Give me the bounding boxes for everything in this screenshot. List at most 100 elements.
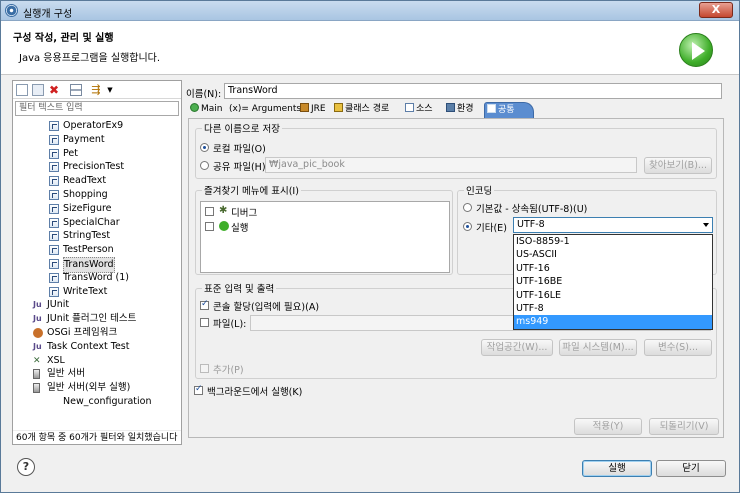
config-editor: 이름(N): TransWord Main (x)= Arguments JRE… <box>186 80 726 445</box>
tree-item[interactable]: TransWord <box>13 256 181 273</box>
filesystem-button[interactable]: 파일 시스템(M)... <box>559 339 637 356</box>
tree-item-label: JUnit 플러그인 테스트 <box>47 313 137 325</box>
tab-jre[interactable]: JRE <box>298 102 328 118</box>
file-checkbox[interactable] <box>200 318 209 327</box>
tree-item[interactable]: WriteText <box>13 285 181 299</box>
shared-file-radio[interactable] <box>200 161 209 170</box>
java-app-icon <box>49 231 59 242</box>
tree-item-label: SizeFigure <box>63 202 112 214</box>
default-encoding-radio[interactable] <box>463 203 472 212</box>
tree-item[interactable]: TransWord (1) <box>13 271 181 285</box>
tree-item[interactable]: Ju Task Context Test <box>13 340 181 354</box>
revert-button[interactable]: 되돌리기(V) <box>649 418 719 435</box>
tree-item[interactable]: SpecialChar <box>13 216 181 230</box>
close-window-button[interactable]: X <box>699 2 733 18</box>
encoding-option[interactable]: US-ASCII <box>514 248 712 261</box>
encoding-option[interactable]: ms949 <box>514 315 712 329</box>
encoding-option[interactable]: UTF-16LE <box>514 289 712 302</box>
tree-item[interactable]: ✕ XSL <box>13 354 181 368</box>
tree-item[interactable]: StringTest <box>13 229 181 243</box>
app-icon <box>5 4 18 17</box>
local-file-radio[interactable] <box>200 143 209 152</box>
tree-item[interactable]: 일반 서버(외부 실행) <box>13 381 181 395</box>
browse-button[interactable]: 찾아보기(B)... <box>644 157 712 174</box>
delete-config-icon[interactable]: ✖ <box>48 84 60 96</box>
title-bar: 실행개 구성 X <box>1 1 739 21</box>
header-title: 구성 작성, 관리 및 실행 <box>13 33 114 44</box>
java-app-icon <box>49 245 59 256</box>
header-subtitle: Java 응용프로그램을 실행합니다. <box>19 53 161 64</box>
tree-item[interactable]: OSGi 프레임워크 <box>13 326 181 340</box>
java-app-icon <box>49 148 59 159</box>
tree-item[interactable]: SizeFigure <box>13 202 181 216</box>
filter-status: 60개 항목 중 60개가 필터와 일치했습니다 <box>13 430 181 444</box>
tree-item[interactable]: PrecisionTest <box>13 160 181 174</box>
tree-item-label: OperatorEx9 <box>63 120 124 131</box>
console-checkbox[interactable] <box>200 299 209 310</box>
debug-label: 디버그 <box>231 208 258 219</box>
tree-item-label: XSL <box>47 354 65 366</box>
encoding-select[interactable]: UTF-8 <box>513 217 713 233</box>
encoding-option[interactable]: UTF-16BE <box>514 275 712 288</box>
close-button[interactable]: 닫기 <box>656 460 726 477</box>
tree-item[interactable]: Pet <box>13 147 181 161</box>
tab-environment[interactable]: 환경 <box>444 102 476 118</box>
run-checkbox[interactable] <box>205 222 214 231</box>
java-app-icon <box>49 217 59 228</box>
background-checkbox[interactable] <box>194 384 203 395</box>
filter-icon[interactable]: ⇶ <box>90 84 102 96</box>
tab-arguments[interactable]: (x)= Arguments <box>227 102 303 118</box>
config-list-panel: ✖ ⇶ ▼ 필터 텍스트 입력 OperatorEx9 Payment Pet Pre… <box>12 80 182 445</box>
chevron-down-icon[interactable]: ▼ <box>104 84 116 96</box>
encoding-option[interactable]: UTF-16 <box>514 262 712 275</box>
encoding-option[interactable]: UTF-8 <box>514 302 712 315</box>
junit-icon: Ju <box>33 314 42 324</box>
workspace-button[interactable]: 작업공간(W)... <box>481 339 553 356</box>
server-icon <box>33 369 40 380</box>
java-app-icon <box>49 162 59 173</box>
local-file-label: 로컬 파일(O) <box>213 144 266 155</box>
junit-icon: Ju <box>33 300 42 310</box>
tree-item[interactable]: Ju JUnit <box>13 298 181 312</box>
debug-checkbox[interactable] <box>205 207 214 216</box>
tree-item[interactable]: ReadText <box>13 174 181 188</box>
collapse-all-icon[interactable] <box>70 84 82 96</box>
tree-item[interactable]: Shopping <box>13 188 181 202</box>
tree-item[interactable]: 일반 서버 <box>13 367 181 381</box>
filter-input[interactable]: 필터 텍스트 입력 <box>15 101 179 116</box>
tab-classpath[interactable]: 클래스 경로 <box>332 102 391 118</box>
help-icon[interactable]: ? <box>17 458 35 476</box>
stdio-legend: 표준 입력 및 출력 <box>204 284 275 295</box>
background-label: 백그라운드에서 실행(K) <box>207 387 303 398</box>
run-button[interactable]: 실행 <box>582 460 652 477</box>
other-encoding-radio[interactable] <box>463 222 472 231</box>
name-input[interactable]: TransWord <box>224 83 722 99</box>
tab-source[interactable]: 소스 <box>403 102 435 118</box>
config-tabs: Main (x)= Arguments JRE 클래스 경로 소스 환경 공통 <box>188 102 724 118</box>
append-checkbox[interactable] <box>200 364 209 373</box>
java-app-icon <box>49 272 59 283</box>
apply-button[interactable]: 적용(Y) <box>574 418 642 435</box>
tab-common[interactable]: 공통 <box>484 102 534 118</box>
other-encoding-label: 기타(E) <box>476 223 507 234</box>
chevron-down-icon <box>703 223 709 227</box>
tree-item[interactable]: Ju JUnit 플러그인 테스트 <box>13 312 181 326</box>
tree-item-label: Pet <box>63 147 78 159</box>
common-tab-panel: 다른 이름으로 저장 로컬 파일(O) 공유 파일(H): ₩java_pic_… <box>188 118 724 438</box>
tree-item[interactable]: TestPerson <box>13 243 181 257</box>
encoding-dropdown-list: ISO-8859-1 US-ASCII UTF-16 UTF-16BE UTF-16LE… <box>513 234 713 330</box>
encoding-option[interactable]: ISO-8859-1 <box>514 235 712 248</box>
variables-button[interactable]: 변수(S)... <box>644 339 712 356</box>
tree-item[interactable]: OperatorEx9 <box>13 119 181 133</box>
xsl-icon: ✕ <box>33 355 41 366</box>
duplicate-config-icon[interactable] <box>32 84 44 96</box>
favorites-list[interactable]: ✱ 디버그 실행 <box>200 201 450 273</box>
tab-main[interactable]: Main <box>188 102 225 118</box>
tree-item[interactable]: Payment <box>13 133 181 147</box>
tree-item-label: SpecialChar <box>63 216 120 228</box>
tree-item-label: Shopping <box>63 188 108 200</box>
new-config-icon[interactable] <box>16 84 28 96</box>
tree-item[interactable]: New_configuration <box>13 395 181 409</box>
tree-item-label: OSGi 프레임워크 <box>47 326 118 338</box>
shared-path-input[interactable]: ₩java_pic_book <box>265 157 637 173</box>
